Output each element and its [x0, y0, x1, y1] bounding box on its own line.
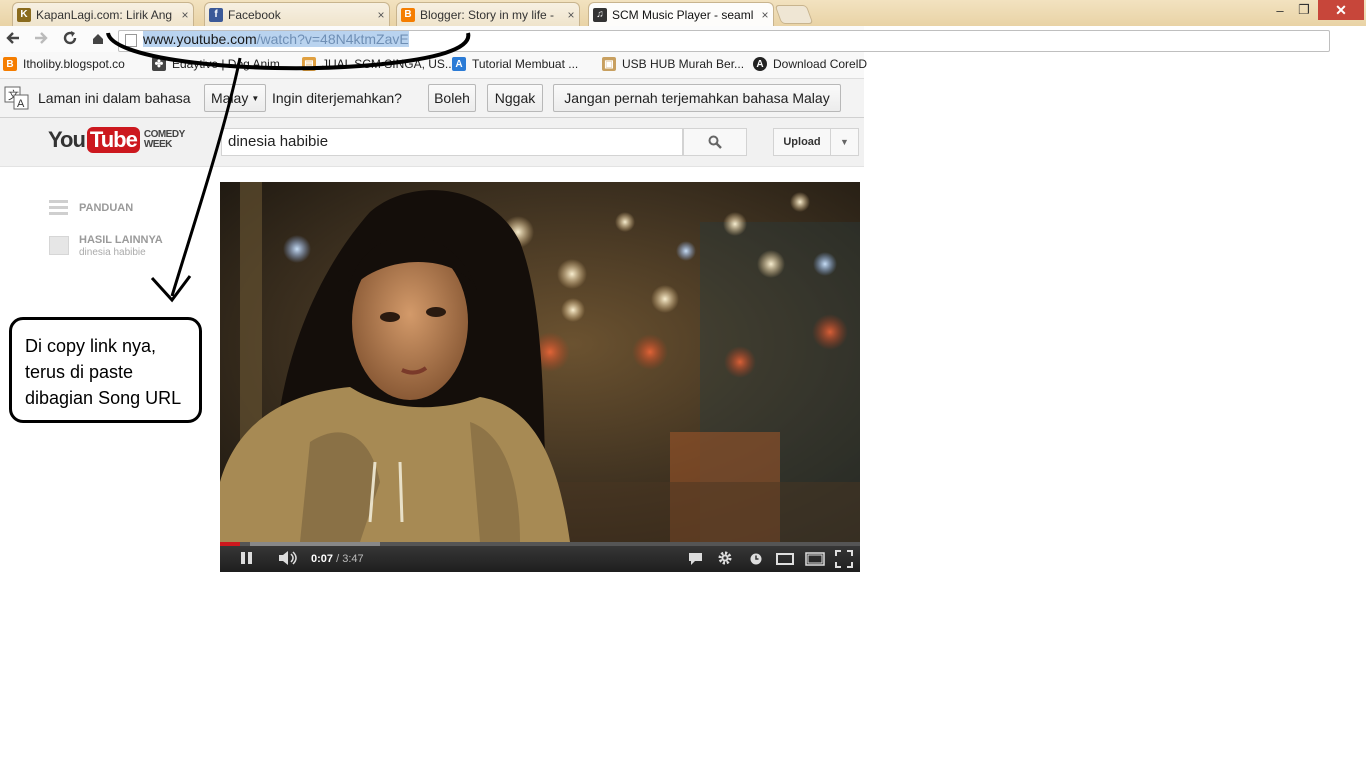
url-highlight-ellipse [106, 32, 471, 71]
fullscreen-icon[interactable] [835, 550, 853, 568]
annotation-arrow-head [150, 275, 192, 303]
progress-buffered [250, 542, 380, 546]
annotation-arrow-line [170, 57, 242, 297]
large-player-icon[interactable] [805, 552, 825, 566]
small-player-icon[interactable] [776, 553, 794, 565]
duration: 3:47 [342, 553, 364, 565]
time-separator: / [333, 553, 343, 565]
annotation-overlay [106, 32, 471, 303]
maximize-button[interactable]: ❐ [1292, 0, 1316, 20]
window-close-button[interactable]: ✕ [1318, 0, 1364, 20]
progress-played [220, 542, 240, 546]
pause-icon[interactable] [240, 551, 254, 565]
watch-later-icon[interactable] [749, 552, 763, 566]
minimize-button[interactable]: – [1268, 0, 1292, 20]
callout-text: Di copy link nya, terus di paste dibagia… [25, 336, 182, 408]
current-time: 0:07 [311, 553, 334, 565]
captions-icon[interactable] [688, 552, 704, 566]
volume-icon[interactable] [278, 550, 300, 566]
time-display: 0:07 / 3:47 [311, 553, 364, 565]
gear-icon[interactable] [717, 550, 733, 566]
